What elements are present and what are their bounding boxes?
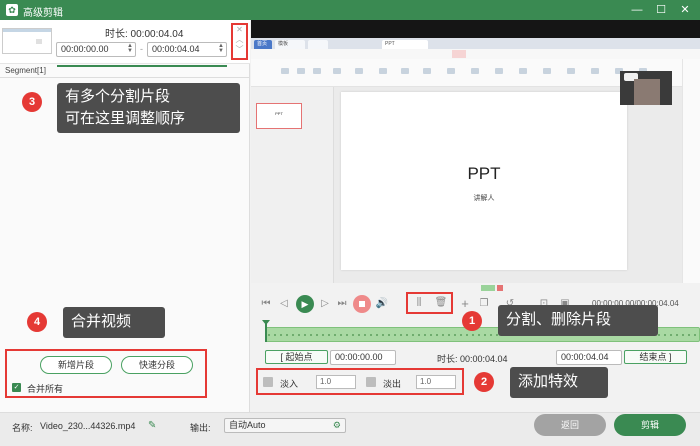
- ppt-side-toolbar: [682, 59, 700, 283]
- end-time-field[interactable]: 00:00:04.04: [556, 350, 622, 365]
- copy-icon[interactable]: ❐: [477, 297, 491, 311]
- quick-split-button[interactable]: 快速分段: [121, 356, 193, 374]
- file-name: Video_230...44326.mp4: [40, 421, 136, 431]
- skip-end-icon[interactable]: ⏭: [335, 297, 349, 311]
- fade-effects-box: 淡入 1.0 淡出 1.0: [256, 368, 464, 395]
- delete-icon[interactable]: 🗑: [434, 296, 448, 310]
- add-icon[interactable]: +: [458, 297, 472, 311]
- segment-tab-label[interactable]: Segment[1]: [5, 66, 46, 75]
- stop-button[interactable]: [353, 295, 371, 313]
- time-separator: -: [140, 44, 143, 54]
- start-time-field[interactable]: 00:00:00.00: [330, 350, 396, 365]
- segment-panel: 时长: 00:00:04.04 00:00:00.00 ▲ ▼ - 00:00:0…: [0, 20, 250, 412]
- merge-controls-box: 新增片段 快速分段 ✓ 合并所有: [5, 349, 207, 398]
- add-segment-button[interactable]: 新增片段: [40, 356, 112, 374]
- step-back-icon[interactable]: ◁: [277, 297, 291, 311]
- merge-all-label: 合并所有: [27, 384, 64, 394]
- ppt-canvas: PPT 讲解人: [334, 87, 700, 283]
- segment-duration: 时长: 00:00:04.04: [105, 29, 184, 40]
- ppt-slide-thumbnail: PPT: [256, 103, 302, 129]
- playhead[interactable]: [265, 320, 267, 342]
- set-start-button[interactable]: [ 起始点: [265, 350, 328, 364]
- move-down-icon[interactable]: ﹀: [233, 45, 246, 55]
- ppt-tab-templates: 模板: [275, 40, 305, 49]
- app-logo-icon: ✿: [6, 4, 18, 16]
- output-selector[interactable]: 自动Auto ⚙: [224, 418, 346, 433]
- remove-segment-icon[interactable]: ✕: [233, 25, 246, 35]
- ppt-tabbar: 首页 模板 PPT: [251, 38, 700, 49]
- divider: [0, 77, 250, 78]
- split-icon[interactable]: ⫼: [412, 296, 426, 310]
- ppt-tab-active: PPT: [382, 40, 428, 49]
- segment-progress-bar: [57, 65, 227, 67]
- callout-4: 合并视频: [63, 307, 165, 338]
- callout-number-1: 1: [462, 311, 482, 331]
- output-label: 输出:: [190, 423, 211, 433]
- stepper-icon[interactable]: ▲ ▼: [127, 43, 133, 54]
- callout-1: 分割、删除片段: [498, 305, 658, 336]
- fade-out-label: 淡出: [383, 379, 402, 389]
- edit-name-icon[interactable]: ✎: [148, 420, 156, 431]
- maximize-button[interactable]: ☐: [654, 3, 668, 17]
- split-delete-box: ⫼ 🗑: [406, 292, 453, 314]
- name-label: 名称:: [12, 423, 33, 433]
- slide-title: PPT: [467, 164, 501, 183]
- segment-start-time[interactable]: 00:00:00.00 ▲ ▼: [56, 42, 136, 57]
- step-forward-icon[interactable]: ▷: [318, 297, 332, 311]
- footer-bar: 名称: Video_230...44326.mp4 ✎ 输出: 自动Auto ⚙…: [0, 412, 700, 446]
- segment-end-time[interactable]: 00:00:04.04 ▲ ▼: [147, 42, 227, 57]
- trim-duration: 时长: 00:00:04.04: [437, 354, 508, 364]
- merge-all-checkbox[interactable]: ✓: [12, 383, 21, 392]
- ppt-menubar: [251, 49, 700, 59]
- fade-in-label: 淡入: [280, 379, 299, 389]
- minimize-button[interactable]: —: [630, 3, 644, 17]
- edit-button[interactable]: 剪辑: [614, 414, 686, 436]
- trim-row: [ 起始点 00:00:00.00 时长: 00:00:04.04 00:00:…: [251, 348, 700, 366]
- fade-in-checkbox[interactable]: [263, 377, 273, 387]
- preview-panel: 首页 模板 PPT PPT PPT 讲解人 ⏮ ◁ ▶ ▷ ⏭ 🔊 ⫼ 🗑 + …: [251, 20, 700, 412]
- ppt-slide: PPT 讲解人: [341, 92, 627, 270]
- back-button[interactable]: 返回: [534, 414, 606, 436]
- callout-number-3: 3: [22, 92, 42, 112]
- volume-icon[interactable]: 🔊: [375, 297, 389, 311]
- callout-2: 添加特效: [510, 367, 608, 398]
- window-title: 高级剪辑: [23, 8, 63, 19]
- set-end-button[interactable]: 结束点 ]: [624, 350, 687, 364]
- skip-start-icon[interactable]: ⏮: [259, 297, 273, 311]
- fade-out-checkbox[interactable]: [366, 377, 376, 387]
- ppt-slide-list: PPT: [251, 87, 334, 283]
- webcam-overlay: [620, 71, 672, 105]
- stepper-icon[interactable]: ▲ ▼: [218, 43, 224, 54]
- ppt-tab-blank: [308, 40, 328, 49]
- settings-gear-icon[interactable]: ⚙: [333, 419, 341, 432]
- ppt-tab-home: 首页: [254, 40, 272, 49]
- callout-3: 有多个分割片段 可在这里调整顺序: [57, 83, 240, 133]
- title-bar: ✿ 高级剪辑 — ☐ ✕: [0, 0, 700, 20]
- move-up-icon[interactable]: ︿: [233, 35, 246, 45]
- play-button[interactable]: ▶: [296, 295, 314, 313]
- fade-in-input[interactable]: 1.0: [316, 375, 356, 389]
- segment-card[interactable]: 时长: 00:00:04.04 00:00:00.00 ▲ ▼ - 00:00:0…: [0, 20, 250, 64]
- close-button[interactable]: ✕: [678, 3, 692, 17]
- segment-order-controls: ✕ ︿ ﹀: [231, 23, 248, 60]
- callout-number-2: 2: [474, 372, 494, 392]
- segment-thumbnail: [2, 28, 52, 54]
- fade-out-input[interactable]: 1.0: [416, 375, 456, 389]
- callout-number-4: 4: [27, 312, 47, 332]
- slide-subtitle: 讲解人: [473, 195, 495, 202]
